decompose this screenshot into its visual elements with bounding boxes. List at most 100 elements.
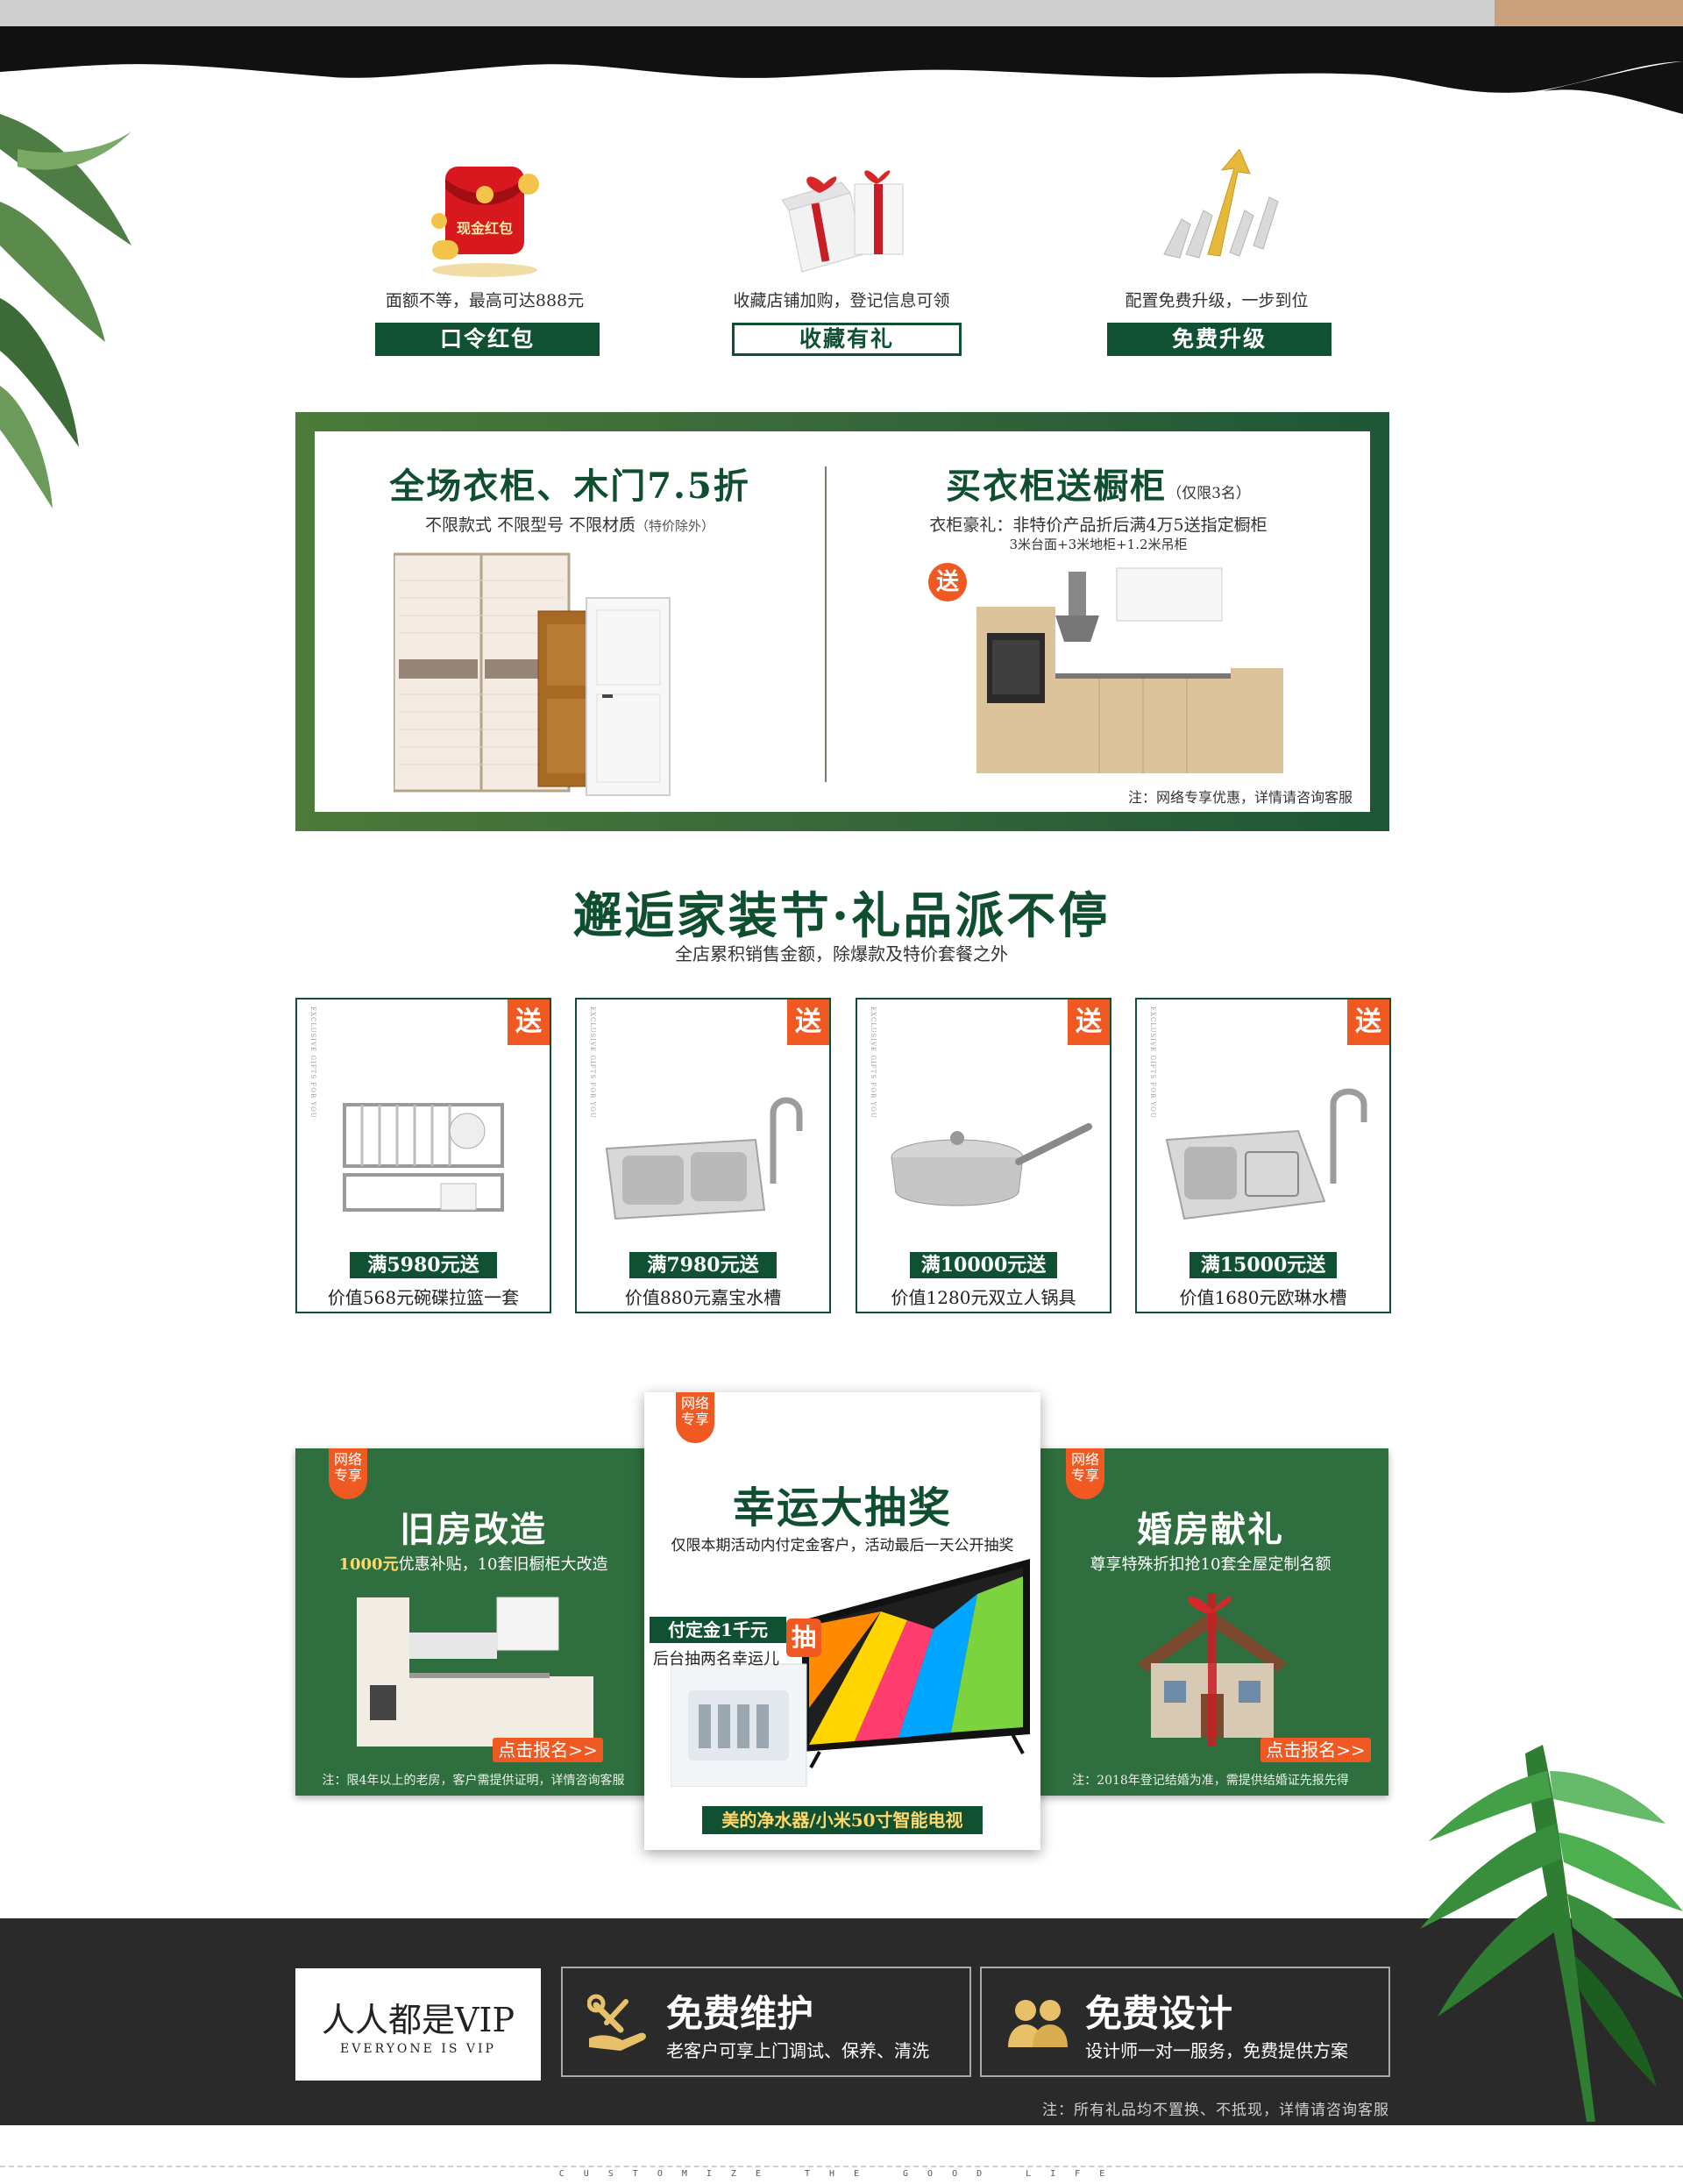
vip-subtitle: EVERYONE IS VIP — [340, 2042, 496, 2056]
red-packet-icon: 现金红包 — [431, 167, 539, 277]
vip-title: 人人都是VIP — [321, 2001, 515, 2039]
decor-leaves-left — [0, 114, 131, 509]
promo-left-sub-main: 不限款式 不限型号 不限材质 — [424, 516, 636, 535]
service-desc: 设计师一对一服务，免费提供方案 — [1085, 2040, 1348, 2061]
promo-right-title-note: （仅限3名） — [1167, 485, 1251, 502]
cooking-pot-image — [891, 1123, 1092, 1206]
badge-line: 专享 — [1070, 1467, 1099, 1483]
perk-tag-label: 口令红包 — [439, 326, 535, 352]
badge-line: 网络 — [680, 1395, 709, 1412]
activity-wedding-gift: 网络 专享 婚房献礼 尊享特殊折扣抢10套全屋定制名额 点击报名>> 注：201… — [1033, 1448, 1388, 1796]
gift-condition: 满15000元送 — [1189, 1252, 1337, 1278]
gift-badge: 送 — [1068, 1000, 1110, 1045]
svg-text:现金红包: 现金红包 — [457, 220, 513, 237]
promo-left-sub-note: （特价除外） — [636, 518, 715, 534]
service-title: 免费设计 — [1085, 1992, 1233, 2035]
wardrobe-door-image — [394, 552, 671, 796]
gift-box-icon — [781, 170, 904, 273]
activity-title: 旧房改造 — [400, 1509, 547, 1550]
badge-line: 网络 — [333, 1451, 362, 1468]
gift-card-cookware[interactable]: EXCLUSIVE GIFTS FOR YOU 送 满10000元送 价值128… — [856, 998, 1111, 1313]
activity-note: 注：2018年登记结婚为准，需提供结婚证先报先得 — [1072, 1774, 1349, 1788]
services-note: 注：所有礼品均不置换、不抵现，详情请咨询客服 — [1042, 2102, 1389, 2119]
perk-red-packet: 现金红包 面额不等，最高可达888元 口令红包 — [340, 132, 629, 368]
service-title: 免费维护 — [666, 1992, 814, 2035]
free-upgrade-button[interactable]: 免费升级 — [1107, 317, 1331, 356]
sink-basket-image — [1165, 1088, 1367, 1220]
lucky-draw-title: 幸运大抽奖 — [732, 1483, 952, 1533]
gift-section-subtitle: 全店累积销售金额，除爆款及特价套餐之外 — [675, 943, 1008, 964]
activity-lucky-draw: 网络 专享 幸运大抽奖 仅限本期活动内付定金客户，活动最后一天公开抽奖 付定金1… — [644, 1392, 1040, 1850]
prize-label: 美的净水器/小米50寸智能电视 — [702, 1806, 983, 1834]
white-kitchen-image — [357, 1597, 593, 1746]
promo-footnote: 注：网络专享优惠，详情请咨询客服 — [1127, 789, 1353, 806]
promo-panel: 全场衣柜、木门7.5折 不限款式 不限型号 不限材质（特价除外） 买衣柜送橱柜（… — [315, 431, 1370, 812]
dish-rack-image — [343, 1103, 504, 1212]
promo-right-details: 3米台面+3米地柜+1.2米吊柜 — [1009, 537, 1188, 552]
activity-note: 注：限4年以上的老房，客户需提供证明，详情咨询客服 — [322, 1774, 625, 1788]
activity-old-house-renovation: 网络 专享 旧房改造 1000元优惠补贴，10套旧橱柜大改造 点击报名>> 注：… — [295, 1448, 651, 1796]
gift-card-sink-oulin[interactable]: EXCLUSIVE GIFTS FOR YOU 送 满15000元送 价值168… — [1135, 998, 1391, 1313]
gift-house-image — [1138, 1593, 1287, 1746]
gift-condition: 满10000元送 — [910, 1252, 1057, 1278]
upgrade-arrows-icon — [1163, 149, 1279, 259]
kitchen-cabinet-image — [976, 567, 1283, 773]
vip-badge: 人人都是VIP EVERYONE IS VIP — [295, 1968, 541, 2081]
promo-left-subtitle: 不限款式 不限型号 不限材质（特价除外） — [315, 512, 825, 536]
service-free-design[interactable]: 免费设计 设计师一对一服务，免费提供方案 — [980, 1967, 1390, 2077]
gift-value: 价值880元嘉宝水槽 — [624, 1287, 782, 1308]
perk-tag-label: 收藏有礼 — [799, 326, 894, 352]
promo-right-title: 买衣柜送橱柜 — [946, 466, 1168, 507]
gift-badge: 送 — [1347, 1000, 1389, 1045]
draw-description: 后台抽两名幸运儿 — [653, 1650, 779, 1668]
gift-condition: 满5980元送 — [350, 1252, 497, 1278]
gift-badge: 送 — [928, 563, 967, 601]
promo-banner: 全场衣柜、木门7.5折 不限款式 不限型号 不限材质（特价除外） 买衣柜送橱柜（… — [295, 412, 1389, 831]
promo-right-subtitle: 衣柜豪礼：非特价产品折后满4万5送指定橱柜 — [929, 516, 1268, 535]
lucky-draw-subtitle: 仅限本期活动内付定金客户，活动最后一天公开抽奖 — [671, 1537, 1014, 1554]
red-packet-button[interactable]: 口令红包 — [375, 317, 600, 356]
footer-divider — [0, 2166, 1683, 2167]
service-free-maintenance[interactable]: 免费维护 老客户可享上门调试、保养、清洗 — [561, 1967, 971, 2077]
online-exclusive-badge: 网络 专享 — [329, 1448, 367, 1499]
gift-value: 价值1680元欧琳水槽 — [1179, 1287, 1347, 1308]
top-torn-banner — [0, 0, 1683, 114]
designers-icon — [1008, 2000, 1068, 2047]
badge-line: 网络 — [1070, 1451, 1099, 1468]
perk-desc: 配置免费升级，一步到位 — [1125, 291, 1309, 310]
online-exclusive-badge: 网络 专享 — [676, 1392, 714, 1443]
activity-title: 婚房献礼 — [1137, 1509, 1284, 1550]
gift-section-title: 邂逅家装节·礼品派不停 — [572, 887, 1111, 945]
perk-desc: 收藏店铺加购，登记信息可领 — [733, 291, 950, 310]
gift-value: 价值1280元双立人锅具 — [891, 1287, 1076, 1308]
activity-subtitle: 1000元优惠补贴，10套旧橱柜大改造 — [295, 1552, 651, 1575]
draw-badge: 抽 — [786, 1618, 821, 1657]
gift-card-sink-jiabao[interactable]: EXCLUSIVE GIFTS FOR YOU 送 满7980元送 价值880元… — [575, 998, 831, 1313]
subsidy-text: 优惠补贴，10套旧橱柜大改造 — [398, 1555, 608, 1574]
online-exclusive-badge: 网络 专享 — [1066, 1448, 1104, 1499]
double-sink-image — [605, 1097, 803, 1220]
activity-subtitle: 尊享特殊折扣抢10套全屋定制名额 — [1090, 1555, 1331, 1574]
water-purifier-image — [671, 1663, 807, 1787]
badge-line: 专享 — [680, 1411, 709, 1427]
decor-leaves-right — [1420, 1745, 1683, 2122]
perk-free-upgrade: 配置免费升级，一步到位 免费升级 — [1072, 132, 1361, 368]
gift-badge: 送 — [508, 1000, 550, 1045]
promo-left-title: 全场衣柜、木门7.5折 — [389, 466, 750, 507]
subsidy-amount: 1000元 — [338, 1555, 399, 1574]
perk-desc: 面额不等，最高可达888元 — [385, 291, 585, 310]
gift-badge: 送 — [787, 1000, 829, 1045]
signup-button[interactable]: 点击报名>> — [493, 1738, 603, 1762]
service-desc: 老客户可享上门调试、保养、清洗 — [666, 2040, 929, 2061]
smart-tv-image — [802, 1559, 1030, 1768]
perk-tag-label: 免费升级 — [1171, 326, 1267, 352]
promo-right-title-row: 买衣柜送橱柜（仅限3名） — [827, 458, 1370, 509]
signup-button[interactable]: 点击报名>> — [1260, 1738, 1371, 1762]
favorite-gift-button[interactable]: 收藏有礼 — [732, 317, 962, 356]
badge-line: 专享 — [333, 1467, 362, 1483]
gift-condition: 满7980元送 — [629, 1252, 777, 1278]
gift-card-dish-rack[interactable]: EXCLUSIVE GIFTS FOR YOU 送 满5980元送 价值568元… — [295, 998, 551, 1313]
perk-favorite-gift: 收藏店铺加购，登记信息可领 收藏有礼 — [697, 132, 986, 368]
deposit-label: 付定金1千元 — [650, 1617, 786, 1643]
gift-value: 价值568元碗碟拉篮一套 — [327, 1287, 520, 1308]
